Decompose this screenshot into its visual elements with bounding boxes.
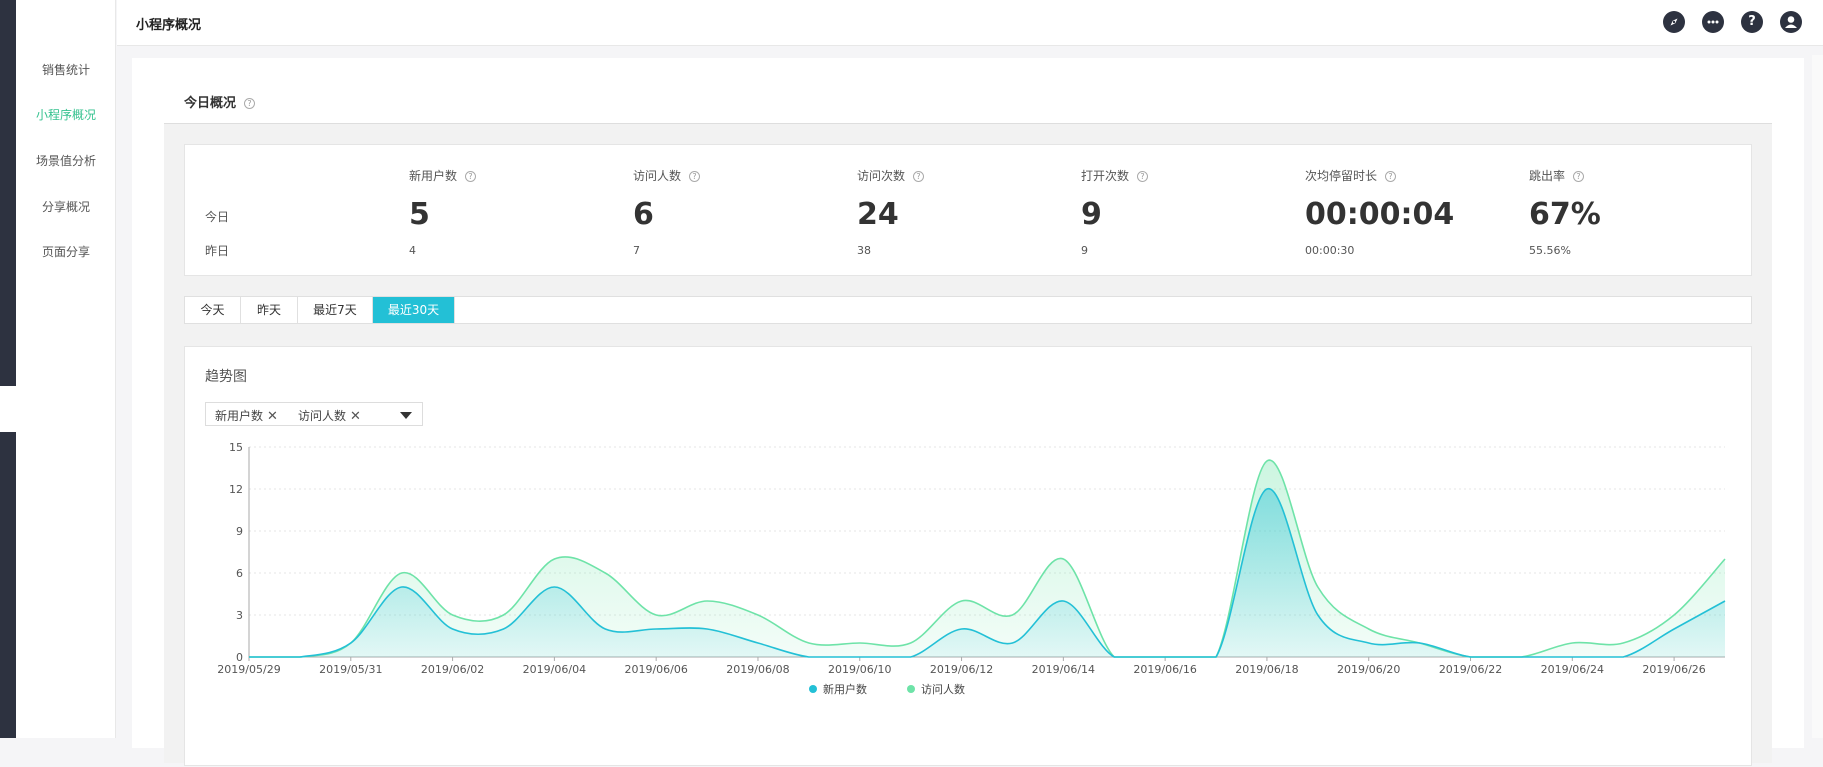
main-content: 今日概况? 今日 昨日 新用户数? 5 4 访问人数? 6 7 访问次数? 24… — [132, 58, 1804, 766]
metric-label: 打开次数? — [1081, 167, 1149, 184]
trend-chart: 036912152019/05/29 2019/05/31 2019/06/02 20… — [217, 441, 1726, 696]
series-tag-visitors: 访问人数 ✕ — [298, 407, 361, 424]
sidebar-item-sales-stats[interactable]: 销售统计 — [16, 61, 116, 78]
y-tick-label: 6 — [236, 567, 243, 580]
help-icon[interactable]: ? — [1137, 171, 1149, 182]
chat-icon[interactable] — [1702, 11, 1724, 33]
sidebar-item-share-overview[interactable]: 分享概况 — [16, 198, 116, 215]
x-tick-label: 2019/06/04 — [523, 663, 586, 676]
x-tick-label: 2019/06/08 — [726, 663, 789, 676]
series-select[interactable]: 新用户数 ✕ 访问人数 ✕ — [205, 402, 423, 426]
row-label-today: 今日 — [205, 210, 230, 224]
x-tick-label: 2019/06/06 — [624, 663, 687, 676]
metric-value-today: 67% — [1529, 197, 1601, 232]
overview-title-text: 今日概况 — [184, 96, 237, 111]
help-icon[interactable]: ? — [689, 171, 701, 182]
x-tick-label: 2019/06/12 — [930, 663, 993, 676]
y-tick-label: 9 — [236, 525, 243, 538]
x-tick-label: 2019/05/29 — [217, 663, 280, 676]
y-tick-label: 3 — [236, 609, 243, 622]
chart-title: 趋势图 — [205, 369, 247, 385]
metric-value-yesterday: 7 — [633, 244, 640, 257]
help-icon[interactable]: ? — [244, 98, 256, 109]
series-tag-label: 访问人数 — [298, 409, 347, 423]
metric-label-text: 跳出率 — [1529, 169, 1566, 183]
help-icon[interactable]: ? — [913, 171, 925, 182]
x-tick-label: 2019/06/10 — [828, 663, 891, 676]
metric-label: 访问次数? — [857, 167, 925, 184]
top-bar: 小程序概况 ? — [117, 0, 1823, 46]
metric-label: 跳出率? — [1529, 167, 1585, 184]
metric-label-text: 访问人数 — [633, 169, 682, 183]
compass-icon[interactable] — [1663, 11, 1685, 33]
close-icon[interactable]: ✕ — [350, 409, 361, 424]
help-icon[interactable]: ? — [1573, 171, 1585, 182]
metric-label: 访问人数? — [633, 167, 701, 184]
x-tick-label: 2019/06/26 — [1642, 663, 1705, 676]
metric-value-today: 24 — [857, 197, 899, 232]
metric-value-today: 00:00:04 — [1305, 197, 1455, 232]
y-tick-label: 12 — [229, 483, 243, 496]
app-rail-gap — [0, 386, 16, 432]
help-icon[interactable]: ? — [1385, 171, 1397, 182]
sidebar: 销售统计 小程序概况 场景值分析 分享概况 页面分享 — [16, 0, 116, 738]
legend-marker — [809, 685, 817, 693]
x-tick-label: 2019/06/02 — [421, 663, 484, 676]
metric-value-yesterday: 9 — [1081, 244, 1088, 257]
help-icon[interactable]: ? — [1741, 11, 1763, 33]
metric-label-text: 打开次数 — [1081, 169, 1130, 183]
metric-value-yesterday: 55.56% — [1529, 244, 1571, 257]
metric-value-today: 6 — [633, 197, 654, 232]
trend-chart-card: 趋势图 新用户数 ✕ 访问人数 ✕ 0 3 6 9 12 15 2019/05/29 2019/0… — [184, 346, 1752, 766]
metric-label-text: 访问次数 — [857, 169, 906, 183]
x-tick-label: 2019/06/18 — [1235, 663, 1298, 676]
tab-today[interactable]: 今天 — [185, 297, 241, 323]
metric-label: 新用户数? — [409, 167, 477, 184]
tab-yesterday[interactable]: 昨天 — [241, 297, 298, 323]
sidebar-item-mini-program-overview[interactable]: 小程序概况 — [16, 106, 116, 123]
row-label-yesterday: 昨日 — [205, 244, 230, 258]
close-icon[interactable]: ✕ — [267, 409, 278, 424]
tab-last-30-days[interactable]: 最近30天 — [373, 297, 455, 323]
tab-last-7-days[interactable]: 最近7天 — [298, 297, 373, 323]
series-tag-label: 新用户数 — [215, 409, 264, 423]
chevron-down-icon[interactable] — [400, 412, 412, 419]
y-tick-label: 15 — [229, 441, 243, 454]
legend-label: 访问人数 — [921, 683, 965, 696]
overview-panel: 今日 昨日 新用户数? 5 4 访问人数? 6 7 访问次数? 24 38 打开… — [164, 123, 1772, 766]
legend-label: 新用户数 — [823, 682, 867, 696]
stats-card: 今日 昨日 新用户数? 5 4 访问人数? 6 7 访问次数? 24 38 打开… — [184, 144, 1752, 276]
series-area — [249, 460, 1725, 657]
sidebar-item-page-share[interactable]: 页面分享 — [16, 243, 116, 260]
user-icon[interactable] — [1780, 11, 1802, 33]
x-tick-label: 2019/06/24 — [1541, 663, 1604, 676]
metric-value-yesterday: 4 — [409, 244, 416, 257]
legend-marker — [907, 685, 915, 693]
metric-label-text: 新用户数 — [409, 169, 458, 183]
scrollbar[interactable] — [1812, 55, 1823, 738]
metric-value-today: 5 — [409, 197, 430, 232]
date-range-tabs: 今天 昨天 最近7天 最近30天 — [184, 296, 1752, 324]
x-tick-label: 2019/06/16 — [1133, 663, 1196, 676]
overview-title: 今日概况? — [184, 92, 256, 111]
sidebar-item-scene-analysis[interactable]: 场景值分析 — [16, 152, 116, 169]
x-tick-label: 2019/06/22 — [1439, 663, 1502, 676]
metric-value-yesterday: 38 — [857, 244, 871, 257]
metric-value-yesterday: 00:00:30 — [1305, 244, 1355, 257]
x-tick-label: 2019/06/14 — [1032, 663, 1095, 676]
page-title: 小程序概况 — [136, 18, 202, 33]
metric-label: 次均停留时长? — [1305, 167, 1397, 184]
help-icon[interactable]: ? — [465, 171, 477, 182]
series-tag-new-users: 新用户数 ✕ — [215, 407, 278, 424]
x-tick-label: 2019/05/31 — [319, 663, 382, 676]
x-tick-label: 2019/06/20 — [1337, 663, 1400, 676]
app-rail — [0, 0, 16, 738]
metric-label-text: 次均停留时长 — [1305, 169, 1378, 183]
metric-value-today: 9 — [1081, 197, 1102, 232]
